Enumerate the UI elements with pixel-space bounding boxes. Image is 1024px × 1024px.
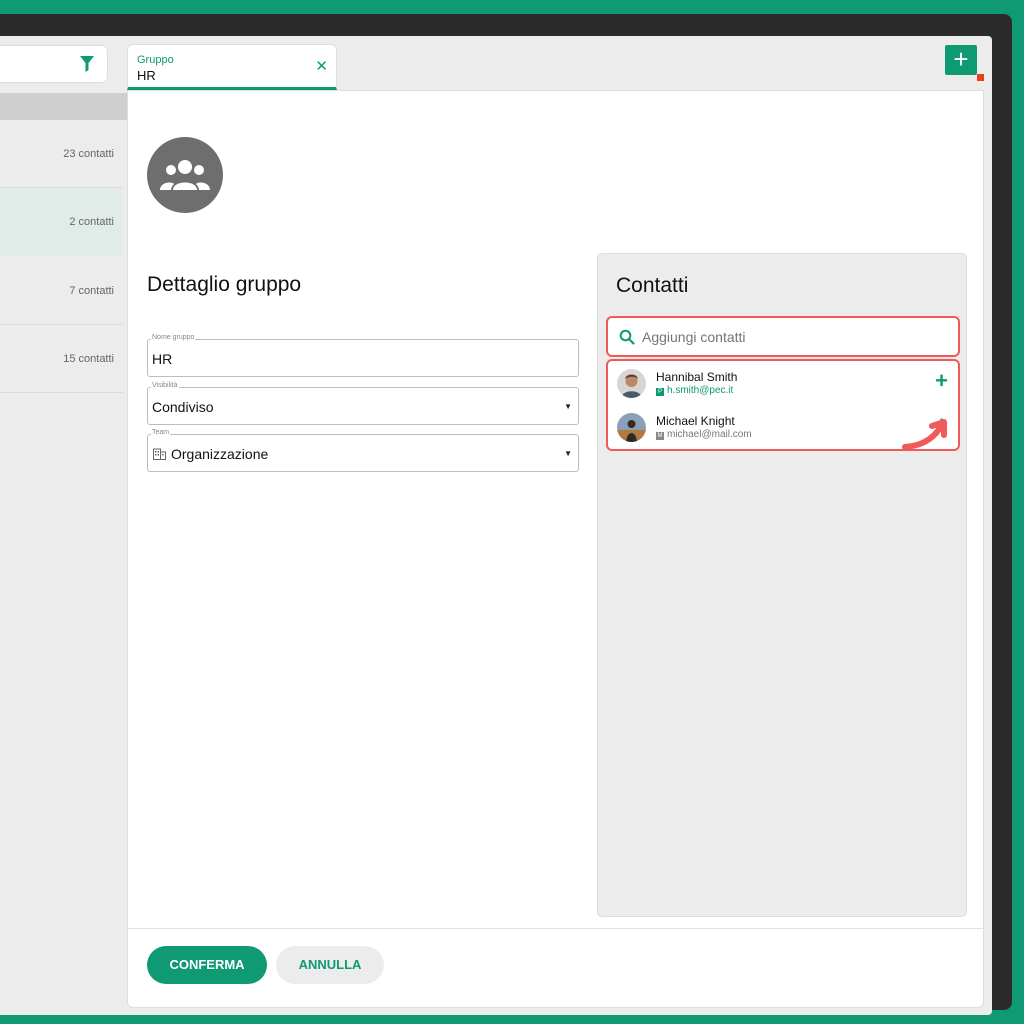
mail-badge: M <box>656 432 664 440</box>
visibility-value: Condiviso <box>152 399 214 415</box>
avatar <box>617 369 646 398</box>
group-list-item-selected[interactable]: 2 contatti <box>0 188 123 256</box>
search-icon <box>619 329 635 345</box>
contact-item[interactable]: Hannibal Smith Ph.smith@pec.it + <box>608 362 958 404</box>
add-contacts-search[interactable] <box>606 316 960 357</box>
contacts-title: Contatti <box>616 274 689 297</box>
tab-type-label: Gruppo <box>137 54 174 66</box>
contact-name: Michael Knight <box>656 414 735 428</box>
team-select[interactable]: Team Organizzazione ▼ <box>147 429 579 472</box>
group-avatar <box>147 137 223 213</box>
group-contact-count: 15 contatti <box>63 353 114 365</box>
group-icon <box>160 160 210 190</box>
footer-divider <box>128 928 983 929</box>
avatar <box>617 413 646 442</box>
cancel-button[interactable]: ANNULLA <box>276 946 384 984</box>
confirm-button[interactable]: CONFERMA <box>147 946 267 984</box>
tab-group-hr[interactable]: Gruppo HR ✕ <box>127 44 337 90</box>
contact-name: Hannibal Smith <box>656 370 738 384</box>
app-screen: 23 contatti 2 contatti 7 contatti 15 con… <box>0 36 992 1015</box>
group-search-bar[interactable] <box>0 45 108 83</box>
building-icon <box>153 448 166 460</box>
group-name-field[interactable]: Nome gruppo HR <box>147 334 579 377</box>
tab-title: HR <box>137 68 156 83</box>
device-frame: 23 contatti 2 contatti 7 contatti 15 con… <box>0 14 1012 1015</box>
annotation-arrow-icon <box>902 419 947 450</box>
search-input[interactable] <box>642 329 942 345</box>
team-value: Organizzazione <box>171 446 269 462</box>
dropdown-arrow-icon: ▼ <box>564 402 572 411</box>
group-name-label: Nome gruppo <box>151 334 196 341</box>
group-name-value: HR <box>152 351 173 367</box>
close-icon[interactable]: ✕ <box>315 59 328 74</box>
group-contact-count: 23 contatti <box>63 148 114 160</box>
contact-email-text: michael@mail.com <box>667 429 752 440</box>
contact-email: Ph.smith@pec.it <box>656 385 733 396</box>
detail-title: Dettaglio gruppo <box>147 273 302 296</box>
pec-badge: P <box>656 388 664 396</box>
contact-email-text: h.smith@pec.it <box>667 385 734 396</box>
team-label: Team <box>151 429 171 436</box>
visibility-label: Visibilità <box>151 382 179 389</box>
add-button[interactable]: + <box>945 45 977 75</box>
sidebar-header <box>0 93 127 120</box>
add-contact-button[interactable]: + <box>935 370 948 392</box>
group-contact-count: 2 contatti <box>69 216 114 228</box>
contact-email: Mmichael@mail.com <box>656 429 752 440</box>
notification-dot <box>977 74 984 81</box>
visibility-select[interactable]: Visibilità Condiviso ▼ <box>147 382 579 425</box>
contacts-panel: Contatti Aggiungi contatti Hannibal Smit… <box>597 253 967 917</box>
group-detail-panel: Dettaglio gruppo Nome gruppo HR Visibili… <box>127 90 984 1008</box>
group-list-item[interactable]: 7 contatti <box>0 257 123 325</box>
filter-icon[interactable] <box>79 55 95 73</box>
group-contact-count: 7 contatti <box>69 285 114 297</box>
group-list-item[interactable]: 15 contatti <box>0 325 123 393</box>
dropdown-arrow-icon: ▼ <box>564 449 572 458</box>
group-list-item[interactable]: 23 contatti <box>0 120 123 188</box>
